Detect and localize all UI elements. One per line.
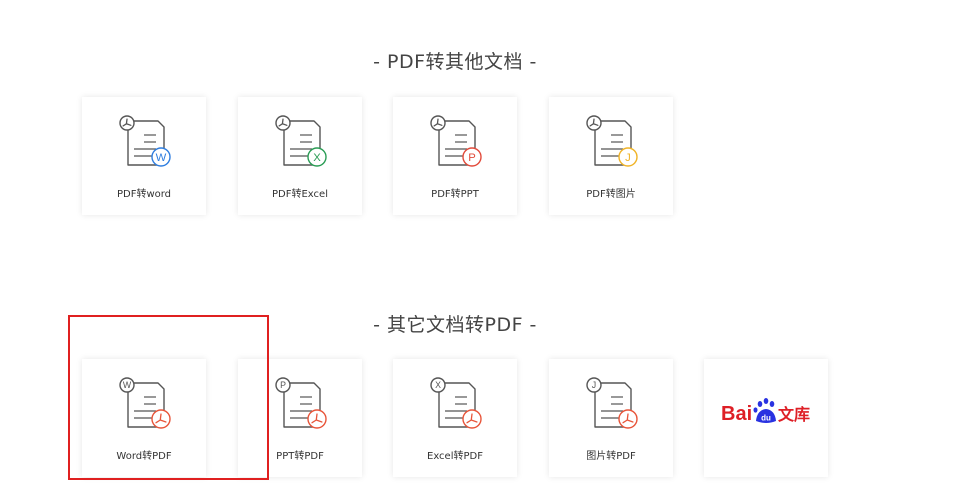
- target-format-badge-icon: W: [151, 147, 171, 167]
- pdf-symbol-icon: [119, 115, 135, 131]
- section-title-other-to-pdf: - 其它文档转PDF -: [373, 314, 537, 336]
- source-format-badge-icon: X: [430, 377, 446, 393]
- card-image-to-pdf[interactable]: J 图片转PDF: [549, 359, 673, 477]
- card-label: Word转PDF: [116, 451, 172, 462]
- pdf-to-image-icon: J: [586, 115, 638, 167]
- pdf-symbol-icon: [151, 409, 171, 429]
- source-format-badge-icon: P: [275, 377, 291, 393]
- source-format-badge-icon: W: [119, 377, 135, 393]
- svg-text:W: W: [123, 380, 132, 390]
- card-pdf-to-excel[interactable]: X PDF转Excel: [238, 97, 362, 215]
- section-title-pdf-to-other: - PDF转其他文档 -: [373, 51, 537, 73]
- pdf-symbol-icon: [275, 115, 291, 131]
- svg-text:P: P: [280, 380, 286, 390]
- word-to-pdf-icon: W: [119, 377, 171, 429]
- card-ppt-to-pdf[interactable]: P PPT转PDF: [238, 359, 362, 477]
- svg-text:P: P: [468, 152, 476, 164]
- target-format-badge-icon: P: [462, 147, 482, 167]
- card-pdf-to-image[interactable]: J PDF转图片: [549, 97, 673, 215]
- pdf-symbol-icon: [586, 115, 602, 131]
- card-label: Excel转PDF: [427, 451, 483, 462]
- card-label: PDF转word: [116, 189, 172, 200]
- target-format-badge-icon: J: [618, 147, 638, 167]
- card-label: PPT转PDF: [276, 451, 324, 462]
- source-format-badge-icon: J: [586, 377, 602, 393]
- logo-text-bai: Bai: [721, 403, 752, 425]
- logo-text-du: du: [761, 414, 771, 423]
- card-label: 图片转PDF: [586, 451, 636, 462]
- svg-text:J: J: [592, 380, 596, 390]
- excel-to-pdf-icon: X: [430, 377, 482, 429]
- pdf-symbol-icon: [307, 409, 327, 429]
- image-to-pdf-icon: J: [586, 377, 638, 429]
- pdf-symbol-icon: [618, 409, 638, 429]
- card-label: PDF转Excel: [272, 189, 328, 200]
- card-baidu-wenku[interactable]: Bai du 文库: [704, 359, 828, 477]
- svg-text:X: X: [435, 380, 441, 390]
- pdf-to-excel-icon: X: [275, 115, 327, 167]
- svg-text:X: X: [313, 152, 321, 164]
- card-label: PDF转图片: [586, 189, 636, 200]
- ppt-to-pdf-icon: P: [275, 377, 327, 429]
- baidu-wenku-logo: Bai du 文库: [721, 398, 810, 425]
- svg-text:W: W: [156, 152, 167, 164]
- paw-icon: du: [753, 398, 776, 423]
- card-excel-to-pdf[interactable]: X Excel转PDF: [393, 359, 517, 477]
- pdf-to-word-icon: W: [119, 115, 171, 167]
- pdf-symbol-icon: [462, 409, 482, 429]
- target-format-badge-icon: X: [307, 147, 327, 167]
- card-pdf-to-word[interactable]: W PDF转word: [82, 97, 206, 215]
- logo-text-wenku: 文库: [778, 405, 810, 424]
- card-word-to-pdf[interactable]: W Word转PDF: [82, 359, 206, 477]
- svg-text:J: J: [625, 152, 631, 164]
- card-pdf-to-ppt[interactable]: P PDF转PPT: [393, 97, 517, 215]
- pdf-symbol-icon: [430, 115, 446, 131]
- pdf-to-ppt-icon: P: [430, 115, 482, 167]
- card-label: PDF转PPT: [431, 189, 479, 200]
